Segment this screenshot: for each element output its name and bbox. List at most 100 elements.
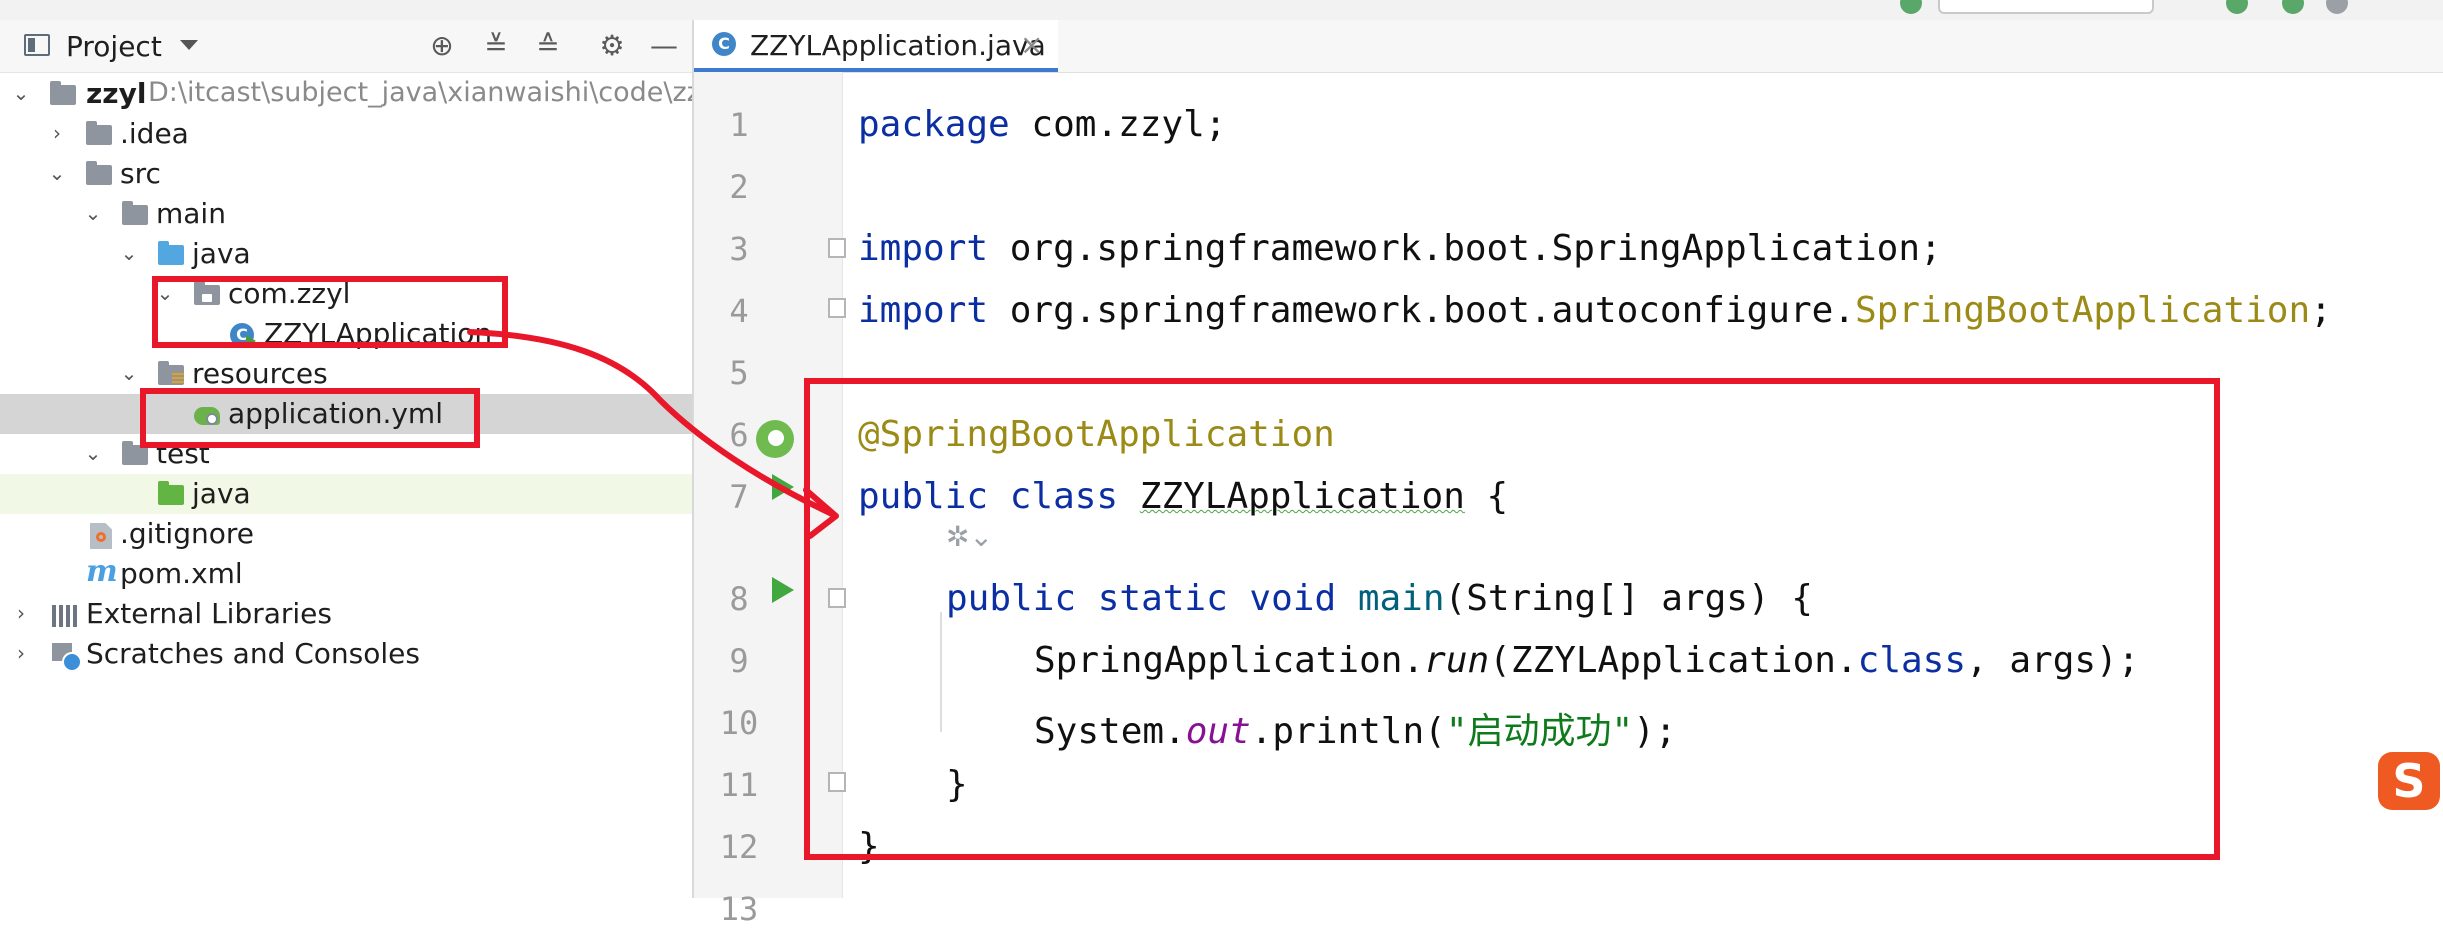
- tree-item-label: src: [120, 157, 161, 190]
- tree-item-pom[interactable]: m pom.xml: [0, 554, 692, 594]
- tree-item-resources[interactable]: ⌄ resources: [0, 354, 692, 394]
- chevron-down-icon[interactable]: ⌄: [46, 162, 68, 184]
- fold-marker-icon[interactable]: [828, 588, 846, 608]
- collapse-all-icon[interactable]: ≙: [530, 28, 566, 64]
- module-folder-icon: [50, 81, 80, 107]
- line-number: 7: [729, 478, 749, 516]
- code-token: org.springframework.boot.autoconfigure.: [988, 290, 1855, 331]
- code-token: out: [1185, 711, 1251, 752]
- tree-item-test[interactable]: ⌄ test: [0, 434, 692, 474]
- build-icon[interactable]: [1900, 0, 1922, 14]
- line-number: 5: [729, 354, 749, 392]
- code-token: run: [1424, 640, 1490, 681]
- debug-icon[interactable]: [2282, 0, 2304, 14]
- tab-zzylapplication[interactable]: C ZZYLApplication.java ×: [694, 20, 1058, 72]
- code-token: org.springframework.boot.SpringApplicati…: [988, 228, 1942, 269]
- chevron-down-icon[interactable]: ⌄: [118, 242, 140, 264]
- code-line-11: }: [946, 764, 968, 805]
- line-number: 8: [729, 580, 749, 618]
- gear-icon[interactable]: ⚙: [594, 28, 630, 64]
- line-number: 13: [719, 890, 759, 928]
- locate-file-icon[interactable]: ⊕: [424, 28, 460, 64]
- tree-item-application-yml[interactable]: application.yml: [0, 394, 692, 434]
- run-gutter-icon[interactable]: [772, 474, 794, 500]
- code-editor[interactable]: C ZZYLApplication.java × 1 2 3 4 5 6 7 8…: [694, 20, 2443, 928]
- chevron-down-icon[interactable]: ⌄: [118, 362, 140, 384]
- tree-item-gitignore[interactable]: .gitignore: [0, 514, 692, 554]
- project-panel-header: Project ⊕ ≚ ≙ ⚙ —: [0, 20, 692, 73]
- library-icon: [50, 601, 80, 627]
- code-token: "启动成功": [1445, 711, 1634, 752]
- tree-item-label: java: [192, 477, 251, 510]
- spring-boot-class-icon: C: [712, 32, 736, 56]
- tree-item-label: .idea: [120, 117, 189, 150]
- fold-marker-icon[interactable]: [828, 238, 846, 258]
- indent-guide: [940, 612, 942, 732]
- maven-icon: m: [86, 554, 118, 589]
- tree-item-label: resources: [192, 357, 328, 390]
- line-number: 12: [719, 828, 759, 866]
- chevron-right-icon[interactable]: ›: [10, 642, 32, 664]
- folder-icon: [86, 161, 116, 187]
- test-folder-icon: [158, 481, 188, 507]
- run-icon[interactable]: [2226, 0, 2248, 14]
- chevron-down-icon[interactable]: ⌄: [154, 282, 176, 304]
- chevron-down-icon[interactable]: ⌄: [10, 82, 32, 104]
- source-folder-icon: [158, 241, 188, 267]
- tree-item-package[interactable]: ⌄ com.zzyl: [0, 274, 692, 314]
- profile-icon[interactable]: [2326, 0, 2348, 14]
- chevron-down-icon[interactable]: ⌄: [82, 202, 104, 224]
- code-token: , args);: [1966, 640, 2140, 681]
- run-gutter-icon[interactable]: [772, 577, 794, 603]
- hide-panel-icon[interactable]: —: [646, 28, 682, 64]
- tree-item-scratches[interactable]: › Scratches and Consoles: [0, 634, 692, 674]
- line-number: 1: [729, 106, 749, 144]
- line-number: 11: [719, 766, 759, 804]
- code-line-7: public class ZZYLApplication {: [858, 476, 1508, 517]
- code-token: import: [858, 228, 989, 269]
- expand-all-icon[interactable]: ≚: [478, 28, 514, 64]
- fold-marker-icon[interactable]: [828, 298, 846, 318]
- tree-item-label: pom.xml: [120, 557, 243, 590]
- project-panel-title[interactable]: Project: [66, 30, 162, 63]
- code-token: public class: [858, 476, 1140, 517]
- chevron-right-icon[interactable]: ›: [46, 122, 68, 144]
- chevron-right-icon[interactable]: ›: [10, 602, 32, 624]
- tree-item-zzylapplication[interactable]: C ZZYLApplication: [0, 314, 692, 354]
- tree-item-label: ZZYLApplication: [264, 317, 493, 350]
- code-token: System.: [1034, 711, 1186, 752]
- spring-bean-gutter-icon[interactable]: [756, 420, 794, 458]
- project-view-icon: [24, 34, 50, 56]
- project-path: D:\itcast\subject_java\xianwaishi\code\z…: [148, 77, 694, 108]
- code-token: {: [1464, 476, 1509, 517]
- ai-assist-inlay-icon[interactable]: ✲⌄: [946, 520, 1006, 556]
- scratches-icon: [50, 641, 82, 672]
- search-everywhere-input[interactable]: [1938, 0, 2154, 14]
- folder-icon: [122, 441, 152, 467]
- code-token: (String[] args) {: [1444, 578, 1813, 619]
- tree-item-zzyl[interactable]: ⌄ zzyl D:\itcast\subject_java\xianwaishi…: [0, 74, 692, 114]
- code-token: }: [858, 826, 880, 867]
- tree-item-external-libraries[interactable]: › External Libraries: [0, 594, 692, 634]
- tree-item-src[interactable]: ⌄ src: [0, 154, 692, 194]
- line-number: 3: [729, 230, 749, 268]
- chevron-down-icon[interactable]: [180, 40, 198, 50]
- close-icon[interactable]: ×: [1020, 28, 1043, 61]
- spring-yml-icon: [192, 401, 222, 427]
- resources-folder-icon: [158, 361, 188, 387]
- gitignore-file-icon: [86, 521, 116, 549]
- tree-item-main[interactable]: ⌄ main: [0, 194, 692, 234]
- chevron-down-icon[interactable]: ⌄: [82, 442, 104, 464]
- tree-item-label: External Libraries: [86, 597, 332, 630]
- tree-item-test-java[interactable]: java: [0, 474, 692, 514]
- folder-icon: [122, 201, 152, 227]
- sogou-ime-icon[interactable]: S: [2378, 752, 2440, 810]
- tree-item-java[interactable]: ⌄ java: [0, 234, 692, 274]
- code-token: @SpringBootApplication: [858, 414, 1335, 455]
- line-number: 4: [729, 292, 749, 330]
- code-token: (ZZYLApplication.: [1489, 640, 1858, 681]
- code-line-3: import org.springframework.boot.SpringAp…: [858, 228, 1942, 269]
- fold-marker-icon[interactable]: [828, 772, 846, 792]
- tree-item-idea[interactable]: › .idea: [0, 114, 692, 154]
- code-token: SpringApplication.: [1034, 640, 1425, 681]
